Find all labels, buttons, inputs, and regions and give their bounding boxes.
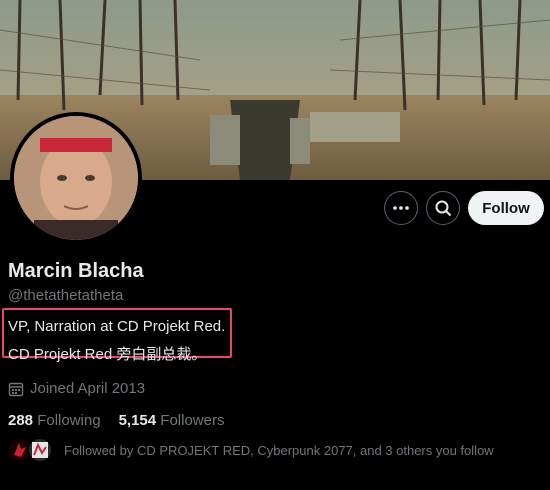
following-count: 288: [8, 412, 34, 429]
following-label: Following: [37, 412, 101, 429]
follow-stats: 288 Following 5,154 Followers: [8, 412, 224, 429]
followers-label: Followers: [160, 412, 225, 429]
calendar-icon: [8, 382, 24, 396]
follow-button[interactable]: Follow: [468, 191, 544, 225]
profile-avatar[interactable]: [10, 112, 142, 244]
joined-date: Joined April 2013: [8, 380, 145, 397]
bio-line-2: CD Projekt Red 旁白副总裁。: [8, 346, 207, 363]
followed-by-text: Followed by CD PROJEKT RED, Cyberpunk 20…: [64, 442, 494, 458]
display-name: Marcin Blacha: [8, 260, 144, 282]
joined-text: Joined April 2013: [30, 380, 146, 397]
more-icon: [393, 206, 409, 210]
avatar-photo: [14, 116, 138, 240]
bio-line-1: VP, Narration at CD Projekt Red.: [8, 318, 226, 335]
followed-by-avatars: [8, 438, 54, 462]
search-button[interactable]: [426, 191, 460, 225]
search-icon: [435, 200, 452, 217]
followers-count: 5,154: [118, 412, 157, 429]
user-handle: @thetathetatheta: [8, 287, 124, 304]
following-link[interactable]: 288 Following: [8, 412, 101, 429]
more-button[interactable]: [384, 191, 418, 225]
followers-link[interactable]: 5,154 Followers: [119, 412, 225, 429]
cyberpunk-avatar: [28, 438, 52, 462]
followed-by-row[interactable]: Followed by CD PROJEKT RED, Cyberpunk 20…: [8, 438, 494, 462]
